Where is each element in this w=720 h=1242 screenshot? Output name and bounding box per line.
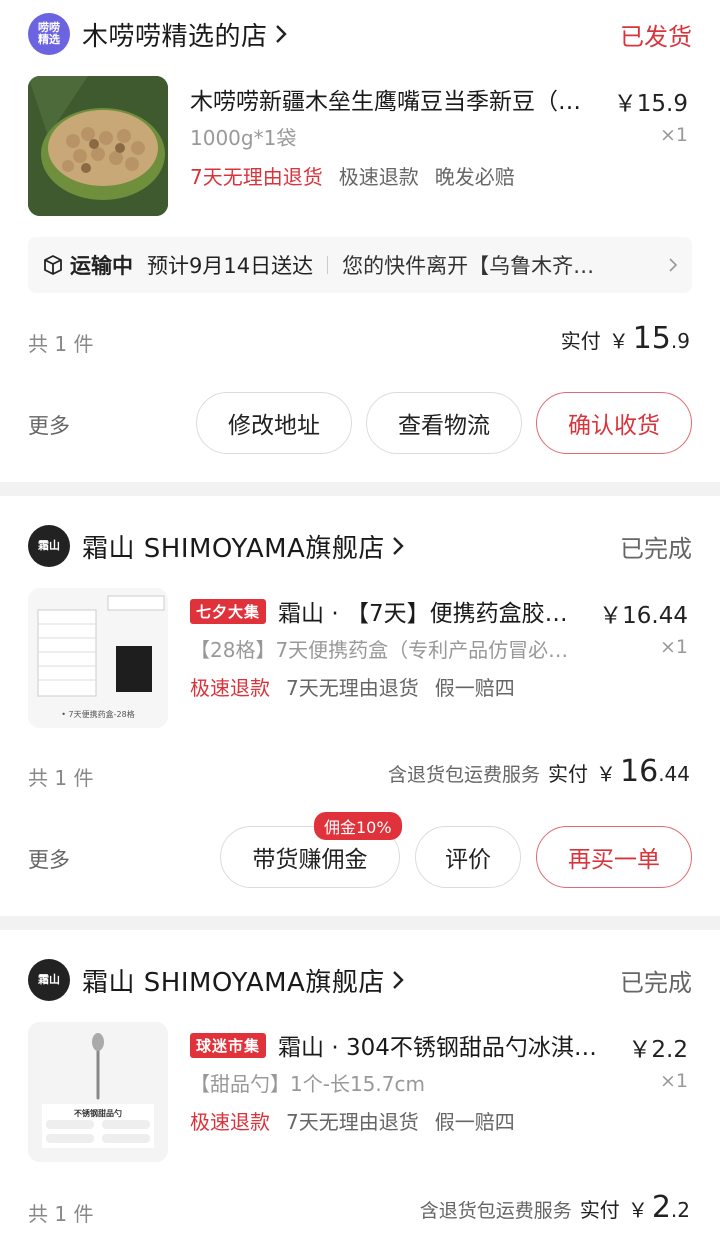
shop-logo-text: 霜山	[38, 539, 60, 552]
item-count: 共 1 件	[28, 332, 94, 356]
shop-name[interactable]: 霜山 SHIMOYAMA旗舰店	[82, 962, 385, 999]
currency: ￥	[596, 762, 616, 786]
more-link[interactable]: 更多	[28, 844, 70, 874]
shop-logo-text: 唠唠精选	[38, 21, 60, 46]
service-tag: 假一赔四	[434, 676, 515, 700]
order-card-1[interactable]: 唠唠精选 木唠唠精选的店 已发货 木唠唠新疆木垒生鹰嘴豆当季新豆（… ￥15.9…	[0, 0, 720, 482]
paid-amount: 含退货包运费服务 实付 ￥ 2 .2	[420, 1190, 690, 1225]
paid-amount: 实付 ￥ 15 .9	[561, 321, 690, 356]
buy-again-button[interactable]: 再买一单	[536, 826, 692, 888]
thumb-caption: • 7天便携药盒-28格	[61, 710, 135, 719]
product-name-text: 霜山 · 【7天】便携药盒胶…	[278, 601, 568, 627]
shop-name[interactable]: 霜山 SHIMOYAMA旗舰店	[82, 528, 385, 565]
chevron-right-icon	[668, 257, 678, 273]
chevron-right-icon	[274, 23, 288, 45]
package-icon	[42, 254, 64, 276]
currency: ￥	[627, 1198, 648, 1222]
confirm-receipt-button[interactable]: 确认收货	[536, 392, 692, 454]
product-image[interactable]	[28, 76, 168, 216]
shop-header[interactable]: 唠唠精选 木唠唠精选的店 已发货	[28, 12, 692, 56]
more-link[interactable]: 更多	[28, 410, 70, 440]
promo-badge: 球迷市集	[190, 1032, 267, 1058]
shop-logo: 霜山	[28, 959, 70, 1001]
service-tag: 假一赔四	[434, 1110, 515, 1134]
return-shipping-service: 含退货包运费服务	[419, 1200, 572, 1222]
service-tag: 极速退款	[190, 1110, 270, 1134]
product-name-text: 霜山 · 304不锈钢甜品勺冰淇…	[278, 1035, 597, 1061]
paid-int: 15	[632, 321, 671, 356]
paid-int: 16	[620, 754, 659, 789]
review-button[interactable]: 评价	[415, 826, 521, 888]
logistics-eta: 预计9月14日送达	[147, 254, 314, 278]
service-tags: 极速退款 7天无理由退货 假一赔四	[190, 1106, 515, 1135]
logistics-detail: 您的快件离开【乌鲁木齐…	[342, 254, 595, 278]
product-name[interactable]: 木唠唠新疆木垒生鹰嘴豆当季新豆（…	[190, 82, 620, 116]
service-tag: 7天无理由退货	[286, 1110, 419, 1134]
chevron-right-icon	[391, 969, 405, 991]
paid-label: 实付	[579, 1198, 620, 1222]
product-image[interactable]: 不锈钢甜品勺	[28, 1022, 168, 1162]
divider	[327, 256, 329, 274]
change-address-button[interactable]: 修改地址	[196, 392, 352, 454]
shop-logo: 霜山	[28, 525, 70, 567]
item-count: 共 1 件	[28, 1202, 94, 1226]
product-image[interactable]: • 7天便携药盒-28格	[28, 588, 168, 728]
order-status: 已发货	[620, 22, 692, 51]
logistics-state: 运输中	[70, 254, 133, 278]
shop-logo-text: 霜山	[38, 973, 60, 986]
commission-badge: 佣金10%	[314, 812, 402, 840]
shop-logo: 唠唠精选	[28, 13, 70, 55]
paid-dec: .2	[670, 1198, 690, 1222]
item-count: 共 1 件	[28, 766, 94, 790]
product-qty: ×1	[659, 1070, 688, 1092]
paid-label: 实付	[548, 762, 588, 786]
service-tags: 极速退款 7天无理由退货 假一赔四	[190, 672, 515, 701]
paid-label: 实付	[560, 329, 601, 353]
paid-int: 2	[651, 1190, 671, 1225]
logistics-bar[interactable]: 运输中 预计9月14日送达 您的快件离开【乌鲁木齐…	[28, 237, 692, 293]
product-spec: 【28格】7天便携药盒（专利产品仿冒必…	[190, 638, 569, 662]
return-shipping-service: 含退货包运费服务	[387, 764, 540, 786]
service-tag: 极速退款	[338, 165, 419, 189]
product-qty: ×1	[659, 124, 688, 146]
product-qty: ×1	[659, 636, 688, 658]
product-spec: 1000g*1袋	[190, 126, 297, 150]
chevron-right-icon	[391, 535, 405, 557]
paid-dec: .9	[670, 329, 690, 353]
product-name[interactable]: 七夕大集 霜山 · 【7天】便携药盒胶…	[190, 594, 620, 628]
order-status: 已完成	[620, 534, 692, 563]
product-price: ￥16.44	[599, 603, 688, 629]
shop-header[interactable]: 霜山 霜山 SHIMOYAMA旗舰店 已完成	[28, 524, 692, 568]
product-price: ￥2.2	[628, 1037, 688, 1063]
service-tag: 极速退款	[190, 676, 270, 700]
service-tag: 晚发必赔	[434, 165, 515, 189]
service-tags: 7天无理由退货 极速退款 晚发必赔	[190, 161, 515, 190]
order-status: 已完成	[620, 968, 692, 997]
shop-name[interactable]: 木唠唠精选的店	[82, 16, 268, 53]
product-spec: 【甜品勺】1个-长15.7cm	[190, 1072, 425, 1096]
shop-header[interactable]: 霜山 霜山 SHIMOYAMA旗舰店 已完成	[28, 958, 692, 1002]
service-tag: 7天无理由退货	[286, 676, 419, 700]
thumb-caption: 不锈钢甜品勺	[74, 1109, 122, 1118]
order-card-3[interactable]: 霜山 霜山 SHIMOYAMA旗舰店 已完成 不锈钢甜品勺 球迷市集 霜山 · …	[0, 930, 720, 1242]
product-name[interactable]: 球迷市集 霜山 · 304不锈钢甜品勺冰淇…	[190, 1028, 620, 1062]
promo-badge: 七夕大集	[190, 598, 267, 624]
currency: ￥	[608, 329, 629, 353]
view-logistics-button[interactable]: 查看物流	[366, 392, 522, 454]
product-price: ￥15.9	[613, 91, 688, 117]
paid-dec: .44	[658, 762, 690, 786]
paid-amount: 含退货包运费服务 实付 ￥ 16 .44	[388, 754, 690, 789]
service-tag: 7天无理由退货	[190, 165, 323, 189]
order-card-2[interactable]: 霜山 霜山 SHIMOYAMA旗舰店 已完成 • 7天便携药盒-28格 七夕大集…	[0, 496, 720, 916]
